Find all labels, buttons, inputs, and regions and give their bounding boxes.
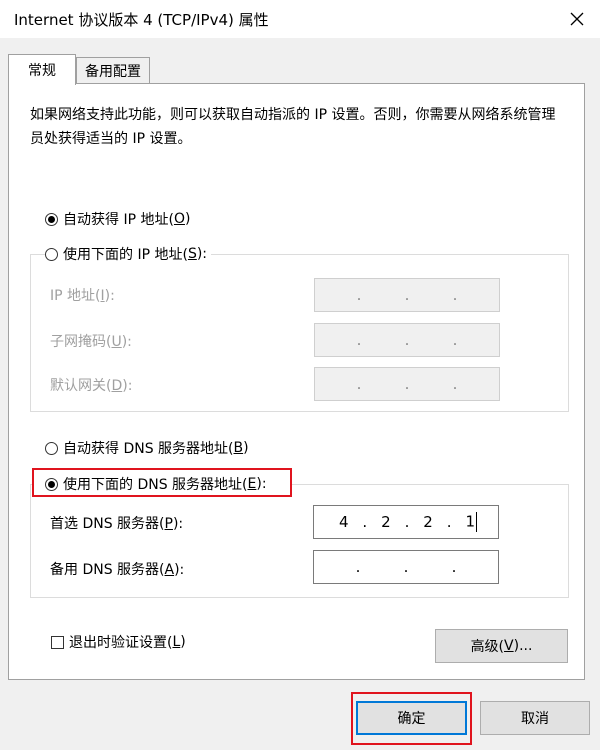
preferred-dns-input[interactable]: 4. 2. 2. 1: [313, 505, 499, 539]
title-bar: Internet 协议版本 4 (TCP/IPv4) 属性: [0, 0, 600, 38]
ip-address-input[interactable]: ...: [314, 278, 500, 312]
tab-general-label: 常规: [28, 63, 56, 79]
default-gateway-label: 默认网关(D):: [50, 378, 133, 394]
dialog-window: Internet 协议版本 4 (TCP/IPv4) 属性 常规 备用配置 如果…: [0, 0, 600, 750]
cancel-button[interactable]: 取消: [480, 701, 590, 735]
subnet-mask-label: 子网掩码(U):: [50, 334, 132, 350]
window-title: Internet 协议版本 4 (TCP/IPv4) 属性: [14, 11, 269, 29]
ip-address-label: IP 地址(I):: [50, 288, 115, 304]
alternate-dns-input[interactable]: ...: [313, 550, 499, 584]
tab-general[interactable]: 常规: [8, 54, 76, 85]
radio-auto-ip[interactable]: 自动获得 IP 地址(O): [45, 209, 190, 229]
close-icon: [570, 12, 584, 26]
radio-selected-icon: [45, 212, 58, 226]
close-button[interactable]: [562, 4, 592, 34]
radio-unselected-icon: [45, 247, 58, 261]
description-text: 如果网络支持此功能，则可以获取自动指派的 IP 设置。否则，你需要从网络系统管理…: [30, 107, 556, 147]
checkbox-unchecked-icon: [51, 635, 64, 649]
radio-manual-dns[interactable]: 使用下面的 DNS 服务器地址(E):: [45, 474, 267, 494]
subnet-mask-input[interactable]: ...: [314, 323, 500, 357]
validate-on-exit-checkbox[interactable]: 退出时验证设置(L): [51, 632, 186, 652]
tab-alternate-config-label: 备用配置: [85, 64, 141, 80]
preferred-dns-label: 首选 DNS 服务器(P):: [50, 516, 184, 532]
radio-auto-dns[interactable]: 自动获得 DNS 服务器地址(B): [45, 438, 249, 458]
text-caret: [476, 512, 478, 532]
radio-unselected-icon: [45, 441, 58, 455]
radio-selected-icon: [45, 477, 58, 491]
default-gateway-input[interactable]: ...: [314, 367, 500, 401]
alternate-dns-label: 备用 DNS 服务器(A):: [50, 562, 185, 578]
radio-manual-ip[interactable]: 使用下面的 IP 地址(S):: [45, 244, 212, 264]
ok-button[interactable]: 确定: [356, 701, 467, 735]
advanced-button[interactable]: 高级(V)...: [435, 629, 568, 663]
tab-alternate-config[interactable]: 备用配置: [76, 57, 150, 84]
